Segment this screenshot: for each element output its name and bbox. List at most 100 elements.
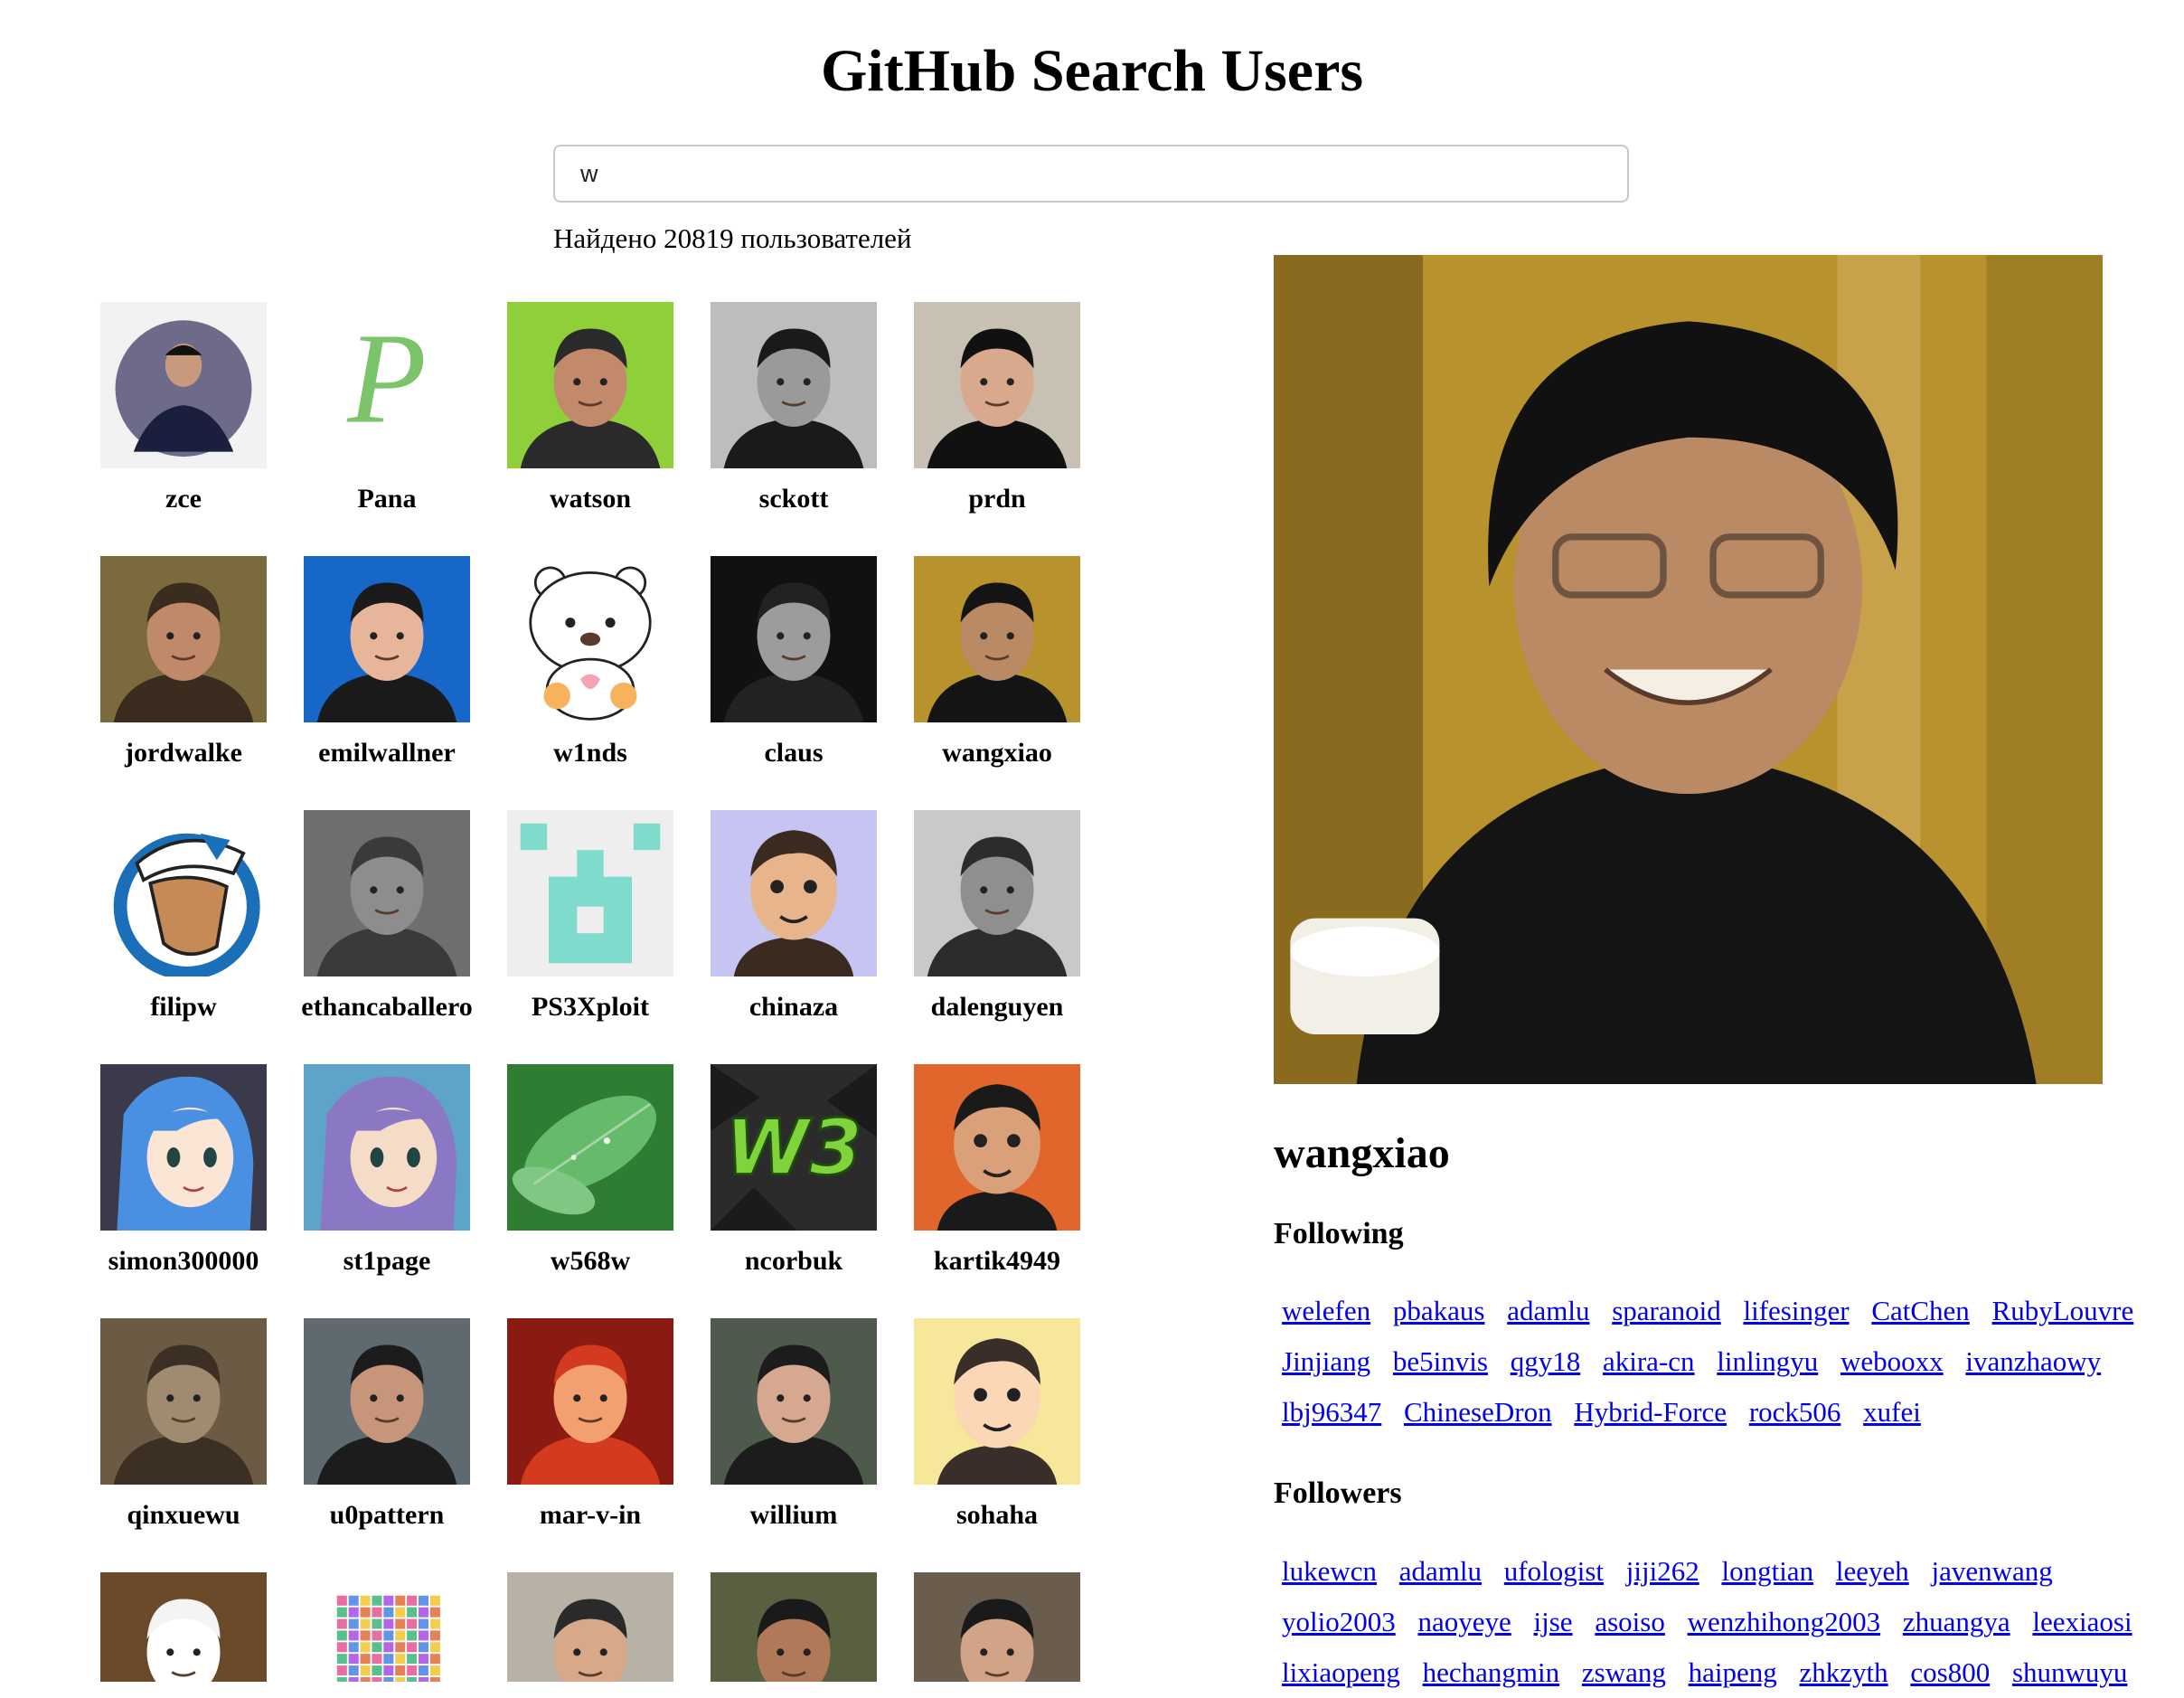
follower-link[interactable]: zhuangya [1903, 1606, 2010, 1637]
following-link[interactable]: linlingyu [1717, 1345, 1818, 1377]
user-avatar[interactable] [100, 1318, 267, 1485]
follower-link[interactable]: asoiso [1595, 1606, 1665, 1637]
avatar-image [304, 1064, 470, 1231]
following-link[interactable]: adamlu [1507, 1295, 1589, 1326]
follower-link[interactable]: cos800 [1910, 1656, 1990, 1688]
user-avatar[interactable] [507, 1318, 673, 1485]
user-login: wangxiao [942, 738, 1052, 768]
svg-text:P: P [346, 307, 427, 450]
user-avatar[interactable] [304, 810, 470, 976]
user-avatar[interactable] [711, 1572, 877, 1682]
user-login: st1page [343, 1246, 431, 1276]
follower-link[interactable]: lixiaopeng [1282, 1656, 1400, 1688]
user-login: watson [549, 484, 631, 514]
user-avatar[interactable]: W3 [711, 1064, 877, 1231]
user-avatar[interactable] [100, 1572, 267, 1682]
following-link[interactable]: welefen [1282, 1295, 1370, 1326]
search-input[interactable] [553, 145, 1629, 203]
following-link[interactable]: sparanoid [1612, 1295, 1721, 1326]
following-link[interactable]: lbj96347 [1282, 1396, 1381, 1428]
following-link[interactable]: CatChen [1871, 1295, 1970, 1326]
follower-link[interactable]: wenzhihong2003 [1688, 1606, 1881, 1637]
user-avatar[interactable]: P [304, 302, 470, 468]
user-avatar[interactable] [914, 556, 1080, 722]
following-link[interactable]: ChineseDron [1404, 1396, 1552, 1428]
following-link[interactable]: xufei [1863, 1396, 1921, 1428]
avatar-image [304, 1318, 470, 1485]
user-avatar[interactable] [711, 810, 877, 976]
user-login: chinaza [748, 992, 839, 1022]
avatar-image [304, 810, 470, 976]
selected-user-photo [1274, 255, 2103, 1084]
following-link[interactable]: be5invis [1393, 1345, 1488, 1377]
user-avatar[interactable] [711, 1318, 877, 1485]
user-avatar[interactable] [507, 1572, 673, 1682]
avatar-image [507, 556, 673, 722]
follower-link[interactable]: adamlu [1399, 1555, 1482, 1587]
avatar-image [914, 1572, 1080, 1682]
user-avatar[interactable] [914, 1064, 1080, 1231]
follower-link[interactable]: jiji262 [1626, 1555, 1699, 1587]
follower-link[interactable]: shunwuyu [2012, 1656, 2127, 1688]
user-avatar[interactable] [304, 556, 470, 722]
following-link[interactable]: Hybrid-Force [1574, 1396, 1727, 1428]
user-login: ncorbuk [744, 1246, 843, 1276]
user-avatar[interactable] [914, 1318, 1080, 1485]
following-link[interactable]: RubyLouvre [1992, 1295, 2134, 1326]
follower-link[interactable]: leeyeh [1836, 1555, 1909, 1587]
user-avatar[interactable] [100, 556, 267, 722]
user-avatar[interactable] [914, 1572, 1080, 1682]
follower-link[interactable]: ijse [1534, 1606, 1573, 1637]
avatar-image [914, 1064, 1080, 1231]
following-link[interactable]: akira-cn [1603, 1345, 1695, 1377]
avatar-image: P [304, 302, 470, 468]
user-avatar[interactable] [507, 556, 673, 722]
avatar-image [711, 302, 877, 468]
user-avatar[interactable] [100, 810, 267, 976]
user-login: sckott [758, 484, 829, 514]
follower-link[interactable]: hechangmin [1423, 1656, 1560, 1688]
follower-link[interactable]: zswang [1582, 1656, 1666, 1688]
user-avatar[interactable] [711, 302, 877, 468]
follower-link[interactable]: javenwang [1931, 1555, 2052, 1587]
follower-link[interactable]: haipeng [1689, 1656, 1777, 1688]
follower-link[interactable]: lukewcn [1282, 1555, 1377, 1587]
user-avatar[interactable] [914, 810, 1080, 976]
user-avatar[interactable] [304, 1064, 470, 1231]
result-count: Найдено 20819 пользователей [553, 222, 912, 254]
following-link[interactable]: webooxx [1840, 1345, 1944, 1377]
user-avatar[interactable] [304, 1572, 470, 1682]
user-login: mar-v-in [539, 1500, 642, 1530]
following-link[interactable]: pbakaus [1393, 1295, 1485, 1326]
user-login: Pana [357, 484, 417, 514]
following-link[interactable]: qgy18 [1511, 1345, 1581, 1377]
user-login: u0pattern [329, 1500, 445, 1530]
user-avatar[interactable] [100, 302, 267, 468]
avatar-image [304, 1572, 470, 1682]
user-avatar[interactable] [304, 1318, 470, 1485]
avatar-image [914, 556, 1080, 722]
follower-link[interactable]: naoyeye [1417, 1606, 1511, 1637]
user-avatar[interactable] [100, 1064, 267, 1231]
following-link[interactable]: ivanzhaowy [1965, 1345, 2101, 1377]
follower-link[interactable]: yolio2003 [1282, 1606, 1396, 1637]
following-link[interactable]: Jinjiang [1282, 1345, 1370, 1377]
following-link[interactable]: rock506 [1749, 1396, 1841, 1428]
user-avatar[interactable] [507, 1064, 673, 1231]
follower-link[interactable]: ufologist [1504, 1555, 1604, 1587]
follower-link[interactable]: leexiaosi [2032, 1606, 2132, 1637]
avatar-image [914, 302, 1080, 468]
user-avatar[interactable] [507, 302, 673, 468]
user-avatar[interactable] [711, 556, 877, 722]
avatar-image [100, 1064, 267, 1231]
follower-link[interactable]: longtian [1721, 1555, 1813, 1587]
user-login: emilwallner [318, 738, 456, 768]
followers-list: lukewcn adamlu ufologist jiji262 longtia… [1282, 1546, 2150, 1698]
user-avatar[interactable] [507, 810, 673, 976]
user-login: filipw [150, 992, 217, 1022]
user-avatar[interactable] [914, 302, 1080, 468]
follower-link[interactable]: zhkzyth [1800, 1656, 1888, 1688]
following-link[interactable]: lifesinger [1743, 1295, 1849, 1326]
user-grid: zce P Pana watson sckott prdn jordwalke emilwal… [83, 302, 1105, 1682]
avatar-image [711, 556, 877, 722]
